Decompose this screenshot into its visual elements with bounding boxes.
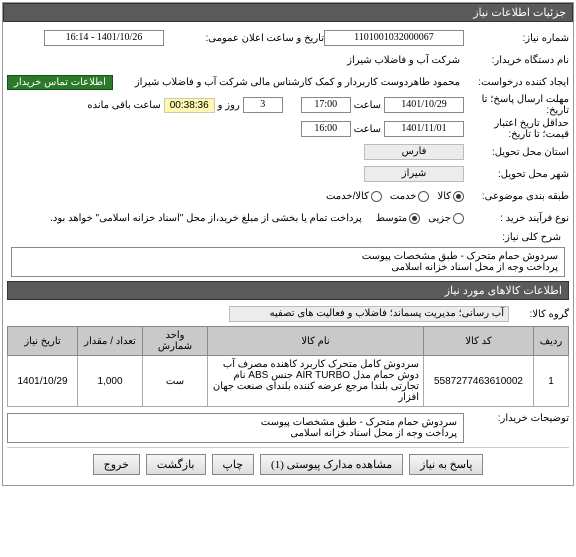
table-row[interactable]: 1 5587277463610002 سردوش کامل متحرک کارب… [8, 356, 569, 407]
cell-date: 1401/10/29 [8, 356, 78, 407]
cell-idx: 1 [534, 356, 569, 407]
row-proc: نوع فرآیند خرید : جزیی متوسط پرداخت تمام… [7, 208, 569, 228]
buyer-contact-button[interactable]: اطلاعات تماس خریدار [7, 75, 113, 90]
reply-date: 1401/10/29 [384, 97, 464, 113]
radio-icon [453, 191, 464, 202]
proc-opt-medium[interactable]: متوسط [376, 213, 420, 224]
table-header-row: ردیف کد کالا نام کالا واحد شمارش تعداد /… [8, 327, 569, 356]
col-qty: تعداد / مقدار [78, 327, 143, 356]
announce-value: 1401/10/26 - 16:14 [44, 30, 164, 46]
buyer-label: نام دستگاه خریدار: [464, 55, 569, 66]
row-group: گروه کالا: آب رسانی؛ مدیریت پسماند؛ فاضل… [7, 304, 569, 324]
reply-time: 17:00 [301, 97, 351, 113]
desc-line-1: سردوش حمام متحرک - طبق مشخصات پیوست [18, 251, 558, 262]
group-value: آب رسانی؛ مدیریت پسماند؛ فاضلاب و فعالیت… [229, 306, 509, 322]
class-opt-label-0: کالا [437, 191, 451, 202]
cell-code: 5587277463610002 [424, 356, 534, 407]
panel-title: جزئیات اطلاعات نیاز [3, 3, 573, 22]
buyer-notes-box: سردوش حمام متحرک - طبق مشخصات پیوست پردا… [7, 413, 464, 443]
desc-line-2: پرداخت وجه از محل اسناد خزانه اسلامی [18, 262, 558, 273]
col-code: کد کالا [424, 327, 534, 356]
row-reply-deadline: مهلت ارسال پاسخ؛ تا تاریخ: 1401/10/29 سا… [7, 94, 569, 116]
need-details-panel: جزئیات اطلاعات نیاز شماره نیاز: 11010010… [2, 2, 574, 486]
remain-days: 3 [243, 97, 283, 113]
class-opt-both[interactable]: کالا/خدمت [326, 191, 382, 202]
radio-icon [409, 213, 420, 224]
radio-icon [418, 191, 429, 202]
view-attachments-button[interactable]: مشاهده مدارک پیوستی (1) [260, 454, 403, 475]
time-word-1: ساعت [351, 100, 384, 111]
class-opt-kala[interactable]: کالا [437, 191, 464, 202]
countdown-timer: 00:38:36 [164, 98, 215, 113]
desc-label: شرح کلی نیاز: [7, 230, 569, 245]
col-unit: واحد شمارش [143, 327, 208, 356]
class-radio-group: کالا خدمت کالا/خدمت [326, 191, 464, 202]
row-buyer: نام دستگاه خریدار: شرکت آب و فاضلاب شیرا… [7, 50, 569, 70]
buyer-notes-line-2: پرداخت وجه از محل اسناد خزانه اسلامی [14, 428, 457, 439]
announce-label: تاریخ و ساعت اعلان عمومی: [164, 33, 324, 44]
print-button[interactable]: چاپ [212, 454, 255, 475]
proc-opt-small[interactable]: جزیی [428, 213, 464, 224]
class-opt-label-2: کالا/خدمت [326, 191, 369, 202]
reply-button[interactable]: پاسخ به نیاز [409, 454, 483, 475]
proc-opt-label-1: متوسط [376, 213, 407, 224]
back-button[interactable]: بازگشت [146, 454, 206, 475]
row-need-no: شماره نیاز: 1101001032000067 تاریخ و ساع… [7, 28, 569, 48]
row-buyer-notes: توضیحات خریدار: سردوش حمام متحرک - طبق م… [7, 413, 569, 443]
radio-icon [371, 191, 382, 202]
class-opt-label-1: خدمت [390, 191, 417, 202]
city-label: شهر محل تحویل: [464, 169, 569, 180]
need-no-value: 1101001032000067 [324, 30, 464, 46]
cell-unit: ست [143, 356, 208, 407]
province-value: فارس [364, 144, 464, 160]
class-label: طبقه بندی موضوعی: [464, 191, 569, 202]
row-class: طبقه بندی موضوعی: کالا خدمت کالا/خدمت [7, 186, 569, 206]
proc-label: نوع فرآیند خرید : [464, 213, 569, 224]
cell-qty: 1,000 [78, 356, 143, 407]
row-city: شهر محل تحویل: شیراز [7, 164, 569, 184]
row-valid-date: حداقل تاریخ اعتبار قیمت؛ تا تاریخ: 1401/… [7, 118, 569, 140]
cell-name: سردوش کامل متحرک کاربرد کاهنده مصرف آب د… [208, 356, 424, 407]
proc-opt-label-0: جزیی [428, 213, 451, 224]
valid-label: حداقل تاریخ اعتبار قیمت؛ تا تاریخ: [464, 118, 569, 140]
items-table: ردیف کد کالا نام کالا واحد شمارش تعداد /… [7, 326, 569, 407]
col-date: تاریخ نیاز [8, 327, 78, 356]
valid-time: 16:00 [301, 121, 351, 137]
valid-date: 1401/11/01 [384, 121, 464, 137]
radio-icon [453, 213, 464, 224]
time-word-2: ساعت [351, 124, 384, 135]
panel-body: شماره نیاز: 1101001032000067 تاریخ و ساع… [3, 22, 573, 485]
buyer-notes-label: توضیحات خریدار: [464, 413, 569, 424]
proc-note: پرداخت تمام یا بخشی از مبلغ خرید،از محل … [46, 213, 366, 224]
creator-value: محمود طاهردوست کاربردار و کمک کارشناس ما… [113, 77, 464, 88]
class-opt-khedmat[interactable]: خدمت [390, 191, 430, 202]
remain-days-word: روز و [215, 100, 243, 111]
buyer-notes-line-1: سردوش حمام متحرک - طبق مشخصات پیوست [14, 417, 457, 428]
city-value: شیراز [364, 166, 464, 182]
exit-button[interactable]: خروج [93, 454, 140, 475]
proc-radio-group: جزیی متوسط [376, 213, 464, 224]
button-row: پاسخ به نیاز مشاهده مدارک پیوستی (1) چاپ… [7, 447, 569, 481]
reply-deadline-label: مهلت ارسال پاسخ؛ تا تاریخ: [464, 94, 569, 116]
col-name: نام کالا [208, 327, 424, 356]
need-no-label: شماره نیاز: [464, 33, 569, 44]
buyer-value: شرکت آب و فاضلاب شیراز [343, 55, 464, 66]
row-creator: ایجاد کننده درخواست: محمود طاهردوست کارب… [7, 72, 569, 92]
need-description: سردوش حمام متحرک - طبق مشخصات پیوست پردا… [11, 247, 565, 277]
remain-suffix: ساعت باقی مانده [84, 100, 163, 111]
col-idx: ردیف [534, 327, 569, 356]
group-label: گروه کالا: [509, 309, 569, 320]
creator-label: ایجاد کننده درخواست: [464, 77, 569, 88]
province-label: استان محل تحویل: [464, 147, 569, 158]
items-section-header: اطلاعات کالاهای مورد نیاز [7, 281, 569, 300]
row-province: استان محل تحویل: فارس [7, 142, 569, 162]
